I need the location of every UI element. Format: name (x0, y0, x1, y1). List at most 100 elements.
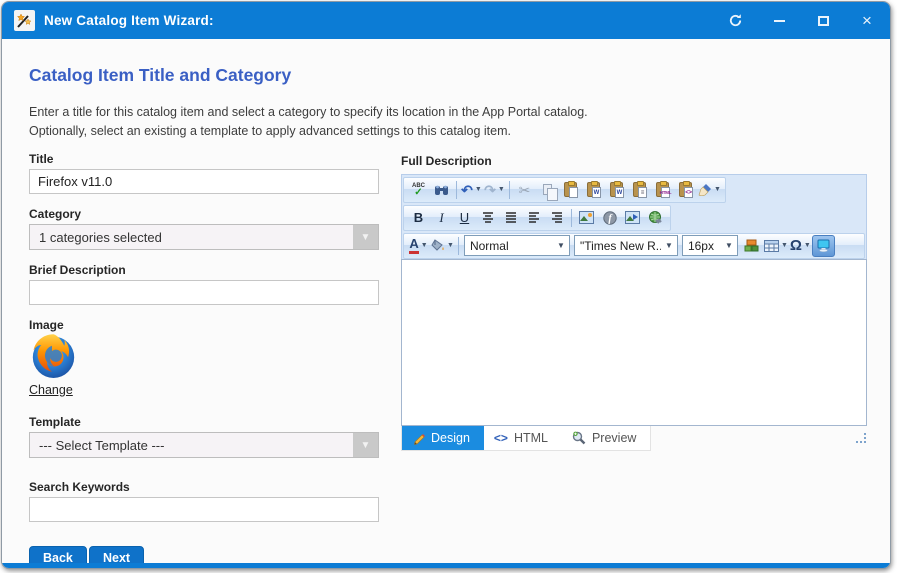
close-button[interactable]: × (856, 10, 878, 32)
font-size-value: 16px (683, 239, 721, 253)
paste-html-button[interactable]: <> (674, 179, 697, 201)
copy-button[interactable] (536, 179, 559, 201)
cut-button[interactable]: ✂ (513, 179, 536, 201)
spellcheck-icon: ABC ✓ (412, 183, 425, 197)
hyperlink-manager-button[interactable] (644, 207, 667, 229)
title-label: Title (29, 152, 53, 166)
table-icon (764, 240, 779, 252)
template-dropdown-button[interactable]: ▼ (353, 433, 378, 457)
search-keywords-label: Search Keywords (29, 480, 130, 494)
editor-resize-grip[interactable] (856, 433, 867, 444)
cut-icon: ✂ (519, 183, 531, 197)
chevron-down-icon: ▼ (361, 440, 371, 451)
window-bottom-border (2, 563, 890, 568)
window-title: New Catalog Item Wizard: (44, 13, 214, 28)
minimize-button[interactable] (768, 10, 790, 32)
snippet-monitor-icon (817, 239, 830, 252)
template-label: Template (29, 415, 81, 429)
binoculars-icon (434, 184, 449, 196)
module-manager-button[interactable] (740, 235, 763, 257)
insert-table-button[interactable]: ▼ (763, 235, 789, 257)
screen: New Catalog Item Wizard: × Catalog Item … (0, 0, 897, 573)
paste-as-html-button[interactable]: HTML (651, 179, 674, 201)
flash-manager-icon: f (603, 211, 617, 225)
tab-preview[interactable]: Preview (562, 426, 650, 450)
format-stripper-button[interactable]: ▼ (697, 179, 722, 201)
search-keywords-input[interactable] (29, 497, 379, 522)
window-controls: × (724, 10, 878, 32)
foreground-color-button[interactable]: A ▼ (407, 235, 430, 257)
paste-button[interactable] (559, 179, 582, 201)
title-bar: New Catalog Item Wizard: × (2, 2, 890, 39)
editor-content-area[interactable] (401, 259, 867, 426)
background-color-button[interactable]: ▼ (430, 235, 455, 257)
format-stripper-dropdown-arrow-icon: ▼ (714, 186, 721, 193)
full-description-editor: ABC ✓ (401, 174, 867, 451)
category-dropdown[interactable]: 1 categories selected ▼ (29, 224, 379, 250)
brief-description-input[interactable] (29, 280, 379, 305)
insert-snippet-button[interactable] (812, 235, 835, 257)
symbol-dropdown-arrow-icon: ▼ (804, 242, 811, 249)
catalog-item-image (29, 332, 78, 386)
italic-button[interactable]: I (430, 207, 453, 229)
align-center-button[interactable] (476, 207, 499, 229)
underline-icon: U (458, 210, 472, 225)
omega-icon: Ω (790, 238, 802, 253)
insert-symbol-button[interactable]: Ω ▼ (789, 235, 812, 257)
full-description-label: Full Description (401, 154, 492, 168)
paste-from-word-clean-button[interactable]: W (605, 179, 628, 201)
hyperlink-manager-icon (648, 211, 663, 225)
category-label: Category (29, 207, 81, 221)
toolbar-row-2: B I U (402, 203, 866, 231)
refresh-button[interactable] (724, 10, 746, 32)
pencil-icon (412, 432, 425, 445)
bold-button[interactable]: B (407, 207, 430, 229)
wizard-window: New Catalog Item Wizard: × Catalog Item … (1, 1, 891, 569)
template-dropdown[interactable]: --- Select Template --- ▼ (29, 432, 379, 458)
module-manager-icon (744, 239, 759, 252)
image-manager-button[interactable] (575, 207, 598, 229)
font-name-dropdown[interactable]: "Times New R... ▼ (574, 235, 678, 256)
paste-as-html-icon: HTML (656, 182, 669, 197)
toolbar-row-1: ABC ✓ (402, 175, 866, 203)
category-selected-value: 1 categories selected (30, 230, 353, 245)
paragraph-style-dropdown[interactable]: Normal ▼ (464, 235, 570, 256)
paste-from-word-clean-icon: W (610, 182, 623, 197)
align-right-button[interactable] (545, 207, 568, 229)
align-left-button[interactable] (522, 207, 545, 229)
tab-design[interactable]: Design (402, 426, 484, 450)
undo-icon: ↶ (461, 183, 473, 197)
table-dropdown-arrow-icon: ▼ (781, 242, 788, 249)
paste-from-word-button[interactable]: W (582, 179, 605, 201)
maximize-button[interactable] (812, 10, 834, 32)
title-input[interactable] (29, 169, 379, 194)
intro-text: Enter a title for this catalog item and … (29, 103, 588, 142)
undo-dropdown-arrow-icon: ▼ (475, 186, 482, 193)
spellcheck-button[interactable]: ABC ✓ (407, 179, 430, 201)
media-manager-button[interactable] (621, 207, 644, 229)
change-image-link[interactable]: Change (29, 383, 73, 397)
wizard-content: Catalog Item Title and Category Enter a … (2, 39, 890, 563)
tab-html-label: HTML (514, 431, 548, 445)
redo-icon: ↷ (484, 183, 496, 197)
justify-button[interactable] (499, 207, 522, 229)
flash-manager-button[interactable]: f (598, 207, 621, 229)
bold-icon: B (412, 210, 426, 225)
close-icon: × (862, 12, 872, 29)
category-dropdown-button[interactable]: ▼ (353, 225, 378, 249)
find-replace-button[interactable] (430, 179, 453, 201)
font-color-icon: A (409, 237, 418, 254)
preview-magnifier-icon (572, 431, 586, 445)
font-color-dropdown-arrow-icon: ▼ (421, 242, 428, 249)
paste-plain-text-button[interactable]: ≡ (628, 179, 651, 201)
font-size-dropdown[interactable]: 16px ▼ (682, 235, 738, 256)
tab-html[interactable]: <> HTML (484, 426, 562, 450)
underline-button[interactable]: U (453, 207, 476, 229)
paste-html-icon: <> (679, 182, 692, 197)
undo-button[interactable]: ↶ ▼ (460, 179, 483, 201)
editor-tab-strip: Design <> HTML (401, 426, 867, 451)
redo-button[interactable]: ↷ ▼ (483, 179, 506, 201)
toolbar-row-3: A ▼ ▼ (402, 231, 866, 259)
copy-icon (543, 184, 552, 195)
background-color-dropdown-arrow-icon: ▼ (447, 242, 454, 249)
